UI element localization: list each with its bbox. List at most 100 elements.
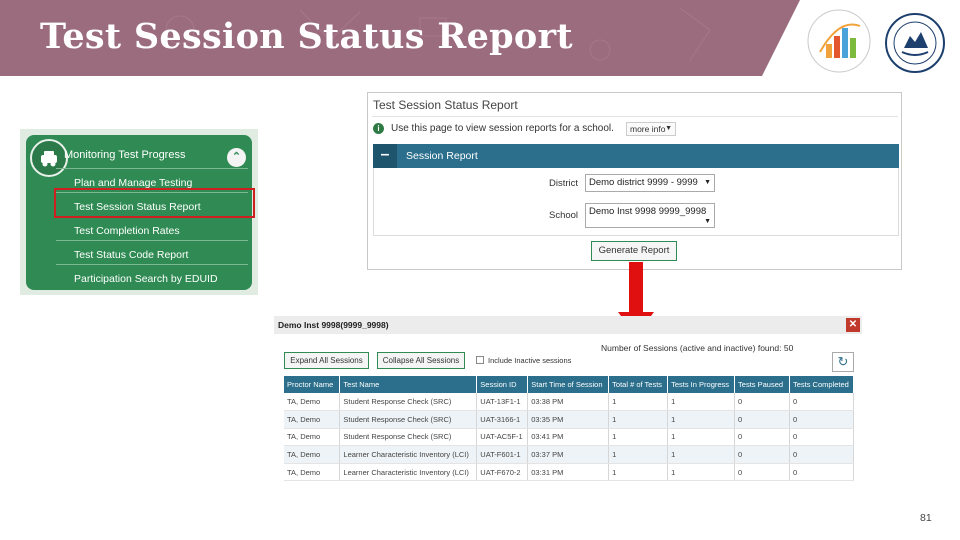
table-cell: 1: [667, 410, 736, 429]
menu-item-participation-search[interactable]: Participation Search by EDUID: [74, 273, 218, 285]
menu-divider: [56, 264, 248, 265]
column-header[interactable]: Proctor Name: [284, 376, 341, 393]
column-header[interactable]: Start Time of Session: [527, 376, 610, 393]
table-cell: 0: [789, 428, 855, 447]
refresh-icon[interactable]: ↻: [832, 352, 854, 372]
table-cell: 0: [734, 410, 790, 429]
slide-title: Test Session Status Report: [40, 16, 573, 57]
table-cell: 1: [667, 445, 736, 464]
section-header: – Session Report: [373, 144, 899, 168]
smarter-balanced-logo-icon: [807, 9, 871, 73]
form-title: Test Session Status Report: [373, 98, 518, 112]
table-row[interactable]: TA, Demo Student Response Check (SRC) UA…: [284, 393, 855, 412]
table-row[interactable]: TA, Demo Student Response Check (SRC) UA…: [284, 410, 855, 429]
table-cell: TA, Demo: [284, 463, 341, 482]
session-report-form: Test Session Status Report i Use this pa…: [367, 92, 902, 270]
state-seal-icon: [885, 13, 945, 73]
table-cell: 03:41 PM: [527, 428, 610, 447]
table-cell: 0: [734, 463, 790, 482]
info-text: Use this page to view session reports fo…: [391, 123, 614, 134]
table-cell: 0: [789, 445, 855, 464]
results-header: Demo Inst 9998(9999_9998) ✕: [274, 316, 862, 334]
menu-item-test-status-code[interactable]: Test Status Code Report: [74, 249, 188, 261]
menu-header[interactable]: Monitoring Test Progress: [64, 149, 185, 161]
info-icon: i: [373, 123, 384, 134]
menu-divider: [56, 168, 248, 169]
table-cell: 0: [789, 463, 855, 482]
table-cell: TA, Demo: [284, 445, 341, 464]
collapse-section-icon[interactable]: –: [373, 144, 397, 168]
car-icon: [30, 139, 68, 177]
table-cell: 1: [667, 393, 736, 412]
table-cell: 1: [608, 410, 669, 429]
collapse-all-sessions-button[interactable]: Collapse All Sessions: [377, 352, 465, 369]
table-cell: Student Response Check (SRC): [339, 428, 478, 447]
page-number: 81: [920, 512, 932, 524]
more-info-dropdown[interactable]: more info ▼: [626, 122, 676, 136]
table-cell: Learner Characteristic Inventory (LCI): [339, 445, 478, 464]
column-header[interactable]: Session ID: [476, 376, 529, 393]
caret-down-icon: ▼: [704, 218, 711, 225]
table-cell: TA, Demo: [284, 393, 341, 412]
table-cell: 1: [667, 463, 736, 482]
table-cell: 1: [608, 463, 669, 482]
district-value: Demo district 9999 - 9999: [589, 177, 698, 188]
table-cell: 03:37 PM: [527, 445, 610, 464]
table-row[interactable]: TA, Demo Student Response Check (SRC) UA…: [284, 428, 855, 447]
column-header[interactable]: Tests Paused: [734, 376, 790, 393]
table-cell: 1: [608, 393, 669, 412]
table-cell: 0: [734, 428, 790, 447]
school-select[interactable]: Demo Inst 9998 9999_9998 ▼: [585, 203, 715, 228]
column-header[interactable]: Tests In Progress: [667, 376, 736, 393]
school-label: School: [549, 210, 579, 221]
sessions-found-count: Number of Sessions (active and inactive)…: [601, 343, 794, 353]
table-cell: Student Response Check (SRC): [339, 410, 478, 429]
section-title: Session Report: [406, 150, 478, 162]
table-cell: 03:38 PM: [527, 393, 610, 412]
table-cell: 1: [608, 445, 669, 464]
table-cell: UAT-3166-1: [476, 410, 529, 429]
table-cell: Learner Characteristic Inventory (LCI): [339, 463, 478, 482]
expand-all-sessions-button[interactable]: Expand All Sessions: [284, 352, 369, 369]
menu-divider: [56, 240, 248, 241]
school-value: Demo Inst 9998 9999_9998: [589, 206, 707, 217]
highlight-box: [54, 188, 255, 218]
table-cell: 1: [667, 428, 736, 447]
district-select[interactable]: Demo district 9999 - 9999 ▼: [585, 174, 715, 192]
district-label: District: [549, 178, 579, 189]
chevron-up-icon[interactable]: ⌃: [227, 148, 246, 167]
column-header[interactable]: Tests Completed: [789, 376, 855, 393]
sessions-table: Proctor Name Test Name Session ID Start …: [284, 376, 855, 482]
column-header[interactable]: Test Name: [339, 376, 478, 393]
table-header-row: Proctor Name Test Name Session ID Start …: [284, 376, 855, 393]
table-cell: 03:31 PM: [527, 463, 610, 482]
generate-report-button[interactable]: Generate Report: [591, 241, 677, 261]
table-cell: Student Response Check (SRC): [339, 393, 478, 412]
session-results-panel: Demo Inst 9998(9999_9998) ✕ Number of Se…: [274, 316, 862, 486]
table-row[interactable]: TA, Demo Learner Characteristic Inventor…: [284, 463, 855, 482]
close-icon[interactable]: ✕: [846, 318, 860, 332]
more-info-label: more info: [630, 124, 666, 134]
table-cell: UAT-F601-1: [476, 445, 529, 464]
table-cell: UAT-AC5F-1: [476, 428, 529, 447]
column-header[interactable]: Total # of Tests: [608, 376, 669, 393]
include-inactive-checkbox[interactable]: [476, 356, 484, 364]
table-cell: TA, Demo: [284, 428, 341, 447]
table-cell: 0: [789, 410, 855, 429]
caret-down-icon: ▼: [704, 179, 711, 186]
include-inactive-label: Include Inactive sessions: [488, 356, 572, 365]
table-cell: 1: [608, 428, 669, 447]
menu-item-test-completion-rates[interactable]: Test Completion Rates: [74, 225, 180, 237]
caret-down-icon: ▼: [665, 125, 672, 132]
table-cell: UAT-F670-2: [476, 463, 529, 482]
form-divider: [372, 116, 898, 117]
table-cell: 0: [734, 393, 790, 412]
results-title: Demo Inst 9998(9999_9998): [278, 320, 389, 330]
slide-header: Test Session Status Report: [0, 0, 960, 76]
table-cell: 0: [734, 445, 790, 464]
table-cell: TA, Demo: [284, 410, 341, 429]
table-cell: 03:35 PM: [527, 410, 610, 429]
table-cell: UAT-13F1-1: [476, 393, 529, 412]
table-row[interactable]: TA, Demo Learner Characteristic Inventor…: [284, 445, 855, 464]
table-cell: 0: [789, 393, 855, 412]
